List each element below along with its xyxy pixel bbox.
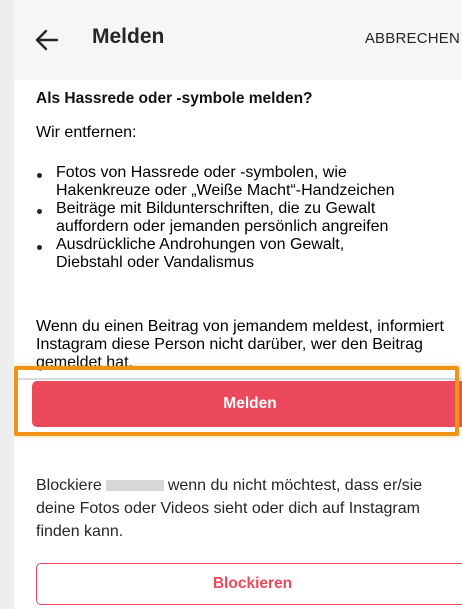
list-item-line: Diebstahl oder Vandalismus	[56, 254, 255, 271]
block-description: Blockiere wenn du nicht möchtest, dass er…	[36, 474, 460, 543]
bullet-dot	[37, 209, 42, 214]
report-screen: Melden ABBRECHEN Als Hassrede oder -symb…	[14, 0, 462, 609]
list-item-line: Fotos von Hassrede oder -symbolen, wie	[56, 164, 347, 181]
list-item: Ausdrückliche Androhungen von Gewalt, Di…	[36, 236, 460, 272]
list-item-line: Hakenkreuze oder „Weiße Macht“-Handzeich…	[56, 182, 395, 199]
list-item-line: auffordern oder jemanden persönlich angr…	[56, 218, 389, 235]
bullet-dot	[37, 173, 42, 178]
report-info-section: Als Hassrede oder -symbole melden? Wir e…	[36, 82, 462, 378]
report-button[interactable]: Melden	[32, 381, 462, 427]
redacted-username	[105, 480, 164, 492]
block-button[interactable]: Blockieren	[36, 563, 462, 605]
bullet-dot	[37, 245, 42, 250]
list-item: Beiträge mit Bildunterschriften, die zu …	[36, 200, 460, 236]
list-item: Fotos von Hassrede oder -symbolen, wie H…	[36, 164, 460, 200]
app-header: Melden ABBRECHEN	[14, 0, 462, 80]
intro-text: Wir entfernen:	[36, 124, 137, 141]
arrow-left-icon[interactable]	[34, 27, 60, 53]
page-title: Melden	[92, 25, 165, 48]
anonymity-notice: Wenn du einen Beitrag von jemandem melde…	[36, 318, 444, 371]
list-item-line: Beiträge mit Bildunterschriften, die zu …	[56, 200, 376, 217]
list-item-line: Ausdrückliche Androhungen von Gewalt,	[56, 236, 345, 253]
divider	[14, 378, 462, 380]
report-heading: Als Hassrede oder -symbole melden?	[36, 90, 313, 107]
block-text-start: Blockiere	[36, 477, 102, 494]
removal-list: Fotos von Hassrede oder -symbolen, wie H…	[36, 164, 460, 272]
cancel-button[interactable]: ABBRECHEN	[365, 30, 460, 47]
